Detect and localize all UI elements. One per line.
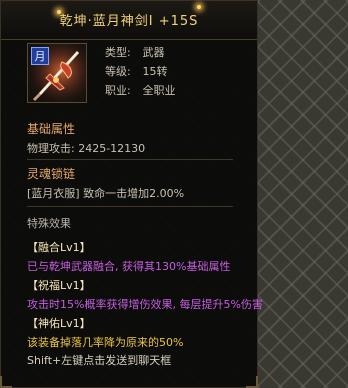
tooltip-title-bar: 乾坤·蓝月神剑Ⅰ +15S xyxy=(1,1,257,40)
map-floor-background xyxy=(258,0,348,388)
game-scene: 乾坤·蓝月神剑Ⅰ +15S 月 类型: 武器 等级: 15转 职业: 全职业 基… xyxy=(0,0,348,388)
frame-corner xyxy=(0,376,12,388)
item-type-label: 类型: xyxy=(105,46,131,59)
section-divider xyxy=(27,159,233,160)
physical-attack-value: 2425-12130 xyxy=(78,142,146,155)
item-icon-slot[interactable]: 月 xyxy=(27,43,87,103)
soul-lock-header: 灵魂锁链 xyxy=(27,167,76,181)
section-divider xyxy=(27,206,233,207)
item-level-value: 15转 xyxy=(142,65,168,78)
send-to-chat-hint: Shift+左键点击发送到聊天框 xyxy=(27,354,172,367)
effect-description: 已与乾坤武器融合, 获得其130%基础属性 xyxy=(27,260,231,273)
item-job-row: 职业: 全职业 xyxy=(105,82,176,98)
effect-name: 【融合Lv1】 xyxy=(27,241,91,254)
effect-name: 【神佑Lv1】 xyxy=(27,317,91,330)
physical-attack-label: 物理攻击: xyxy=(27,142,75,155)
frame-corner xyxy=(246,376,258,388)
soul-lock-line: [蓝月衣服] 致命一击增加2.00% xyxy=(27,187,185,200)
item-level-row: 等级: 15转 xyxy=(105,63,168,79)
item-tooltip: 乾坤·蓝月神剑Ⅰ +15S 月 类型: 武器 等级: 15转 职业: 全职业 基… xyxy=(0,0,263,388)
moon-badge-icon: 月 xyxy=(31,47,49,65)
item-job-label: 职业: xyxy=(105,84,131,97)
item-title: 乾坤·蓝月神剑Ⅰ +15S xyxy=(59,14,199,29)
special-effects-header: 特殊效果 xyxy=(27,217,71,230)
item-job-value: 全职业 xyxy=(142,84,176,97)
item-type-value: 武器 xyxy=(142,46,165,59)
base-attributes-header: 基础属性 xyxy=(27,122,76,136)
effect-description: 该装备掉落几率降为原来的50% xyxy=(27,336,184,349)
effect-description: 攻击时15%概率获得增伤效果, 每层提升5%伤害 xyxy=(27,298,263,311)
physical-attack-line: 物理攻击: 2425-12130 xyxy=(27,140,145,156)
item-type-row: 类型: 武器 xyxy=(105,44,165,60)
effect-name: 【祝福Lv1】 xyxy=(27,279,91,292)
title-sparkle-icon xyxy=(197,5,201,9)
item-level-label: 等级: xyxy=(105,65,131,78)
